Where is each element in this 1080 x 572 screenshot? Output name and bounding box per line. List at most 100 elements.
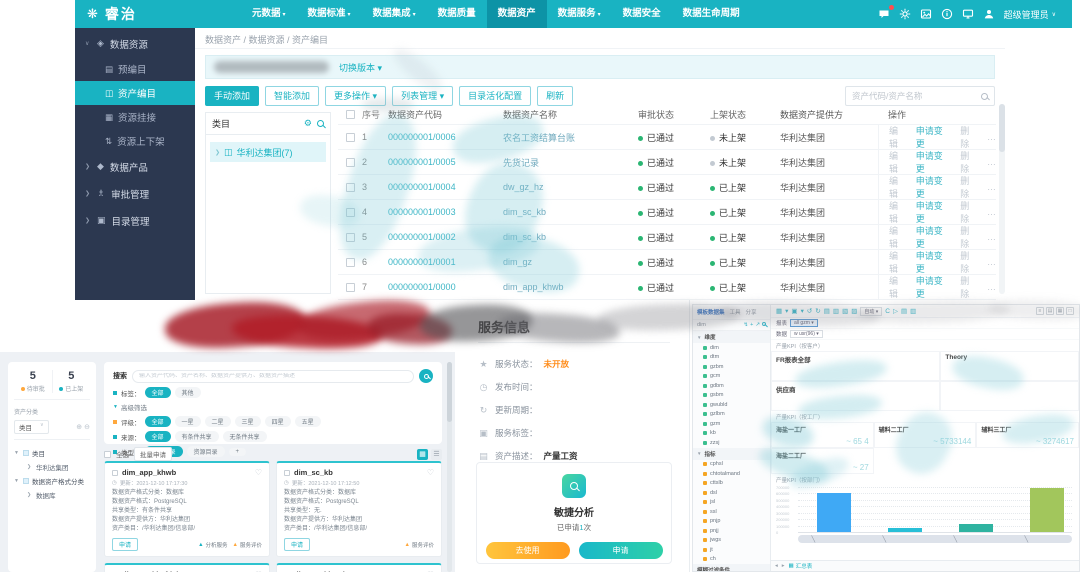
advanced-filter-toggle[interactable]: ▼ 高级筛选 (113, 402, 433, 412)
op-action[interactable]: 编辑 (889, 199, 907, 225)
measure-field[interactable]: ssl (693, 507, 770, 517)
nav-item-3[interactable]: 数据集成▾ (362, 0, 427, 28)
nav-item-8[interactable]: 数据生命周期 (672, 0, 751, 28)
op-apply-change[interactable]: 申请变更 (916, 274, 952, 300)
asset-code-link[interactable]: 000000001/0000 (388, 282, 456, 292)
measure-field[interactable]: pnjp (693, 517, 770, 527)
dimension-group[interactable]: ▼ 维度 (693, 331, 770, 343)
switch-version-link[interactable]: 切换版本 ▾ (339, 61, 382, 74)
filter-chip[interactable]: 五星 (295, 416, 321, 427)
asset-code-link[interactable]: 000000001/0003 (388, 207, 456, 217)
measure-field[interactable]: dsl (693, 488, 770, 498)
toolbar-icon-b2[interactable]: ▷ (893, 307, 898, 315)
layout-icon[interactable]: ▤ (1046, 307, 1054, 315)
service-tag[interactable]: ▲分析服务 (198, 541, 227, 549)
nav-item-2[interactable]: 数据标准▾ (297, 0, 362, 28)
search-icon[interactable] (981, 93, 988, 100)
bi-tree-search-text[interactable]: dim (697, 322, 706, 328)
asset-name-link[interactable]: dim_gz (503, 257, 532, 267)
op-apply-change[interactable]: 申请变更 (916, 174, 952, 200)
asset-card[interactable]: dim_sc_kb_fdcl♡◷更新：2021-12-10 17:12:12数据… (104, 563, 270, 572)
measure-field[interactable]: ch (693, 555, 770, 565)
filter-chip[interactable]: 无条件共享 (223, 431, 267, 442)
card-checkbox[interactable] (112, 470, 118, 476)
measure-field[interactable]: pnjj (693, 526, 770, 536)
toolbar-icon-b1[interactable]: C (885, 308, 890, 315)
asset-card[interactable]: dim_app_khwb♡◷更新：2021-12-10 17:17:30数据资产… (104, 461, 270, 557)
print-icon[interactable]: ▦ (1056, 307, 1064, 315)
dimension-field[interactable]: dim (693, 343, 770, 353)
op-apply-change[interactable]: 申请变更 (916, 249, 952, 275)
measure-group[interactable]: ▼ 指标 (693, 448, 770, 460)
nav-item-1[interactable]: 元数据▾ (241, 0, 297, 28)
tab-category[interactable]: 类目 (212, 117, 230, 130)
op-action[interactable]: … (987, 232, 996, 242)
op-action[interactable]: 编辑 (889, 124, 907, 150)
toolbar-icon-4[interactable]: ▾ (801, 307, 804, 315)
toolbar-icon-b4[interactable]: ▥ (910, 307, 916, 315)
nav-item-5[interactable]: 数据资产 (487, 0, 547, 28)
grid-view-toggle[interactable]: ▦ (417, 449, 428, 460)
op-apply-change[interactable]: 申请变更 (916, 124, 952, 150)
row-checkbox[interactable] (346, 183, 355, 192)
sidebar-item-4[interactable]: ⇅资源上下架 (75, 129, 195, 153)
row-checkbox[interactable] (346, 233, 355, 242)
filter-chip[interactable]: 二星 (205, 416, 231, 427)
asset-code-link[interactable]: 000000001/0001 (388, 257, 456, 267)
nav-item-7[interactable]: 数据安全 (612, 0, 672, 28)
op-action[interactable]: 编辑 (889, 274, 907, 300)
prev-sheet-icon[interactable]: ◂ (775, 563, 778, 569)
collapse-all-icon[interactable]: ⊖ (84, 423, 90, 431)
asset-name-link[interactable]: dim_app_khwb (503, 282, 564, 292)
row-checkbox[interactable] (346, 258, 355, 267)
portal-scrollbar[interactable] (447, 362, 452, 572)
expand-all-icon[interactable]: ⊕ (76, 423, 82, 431)
measure-field[interactable]: jsl (693, 498, 770, 508)
service-tag[interactable]: ▲服务评价 (233, 541, 262, 549)
sidebar-group-2[interactable]: ❯◆数据产品 (75, 153, 195, 180)
bi-tab-2[interactable]: 工具 (730, 308, 741, 316)
favorite-icon[interactable]: ♡ (255, 468, 262, 477)
dimension-field[interactable]: zzsj (693, 438, 770, 448)
dimension-field[interactable]: gzbm (693, 362, 770, 372)
list-view-toggle[interactable]: ☰ (431, 449, 442, 460)
sidebar-group-1[interactable]: ∨◈数据资源 (75, 30, 195, 57)
param-select[interactable]: all gzm ▾ (790, 319, 818, 327)
asset-name-link[interactable]: 农名工资结算台账 (503, 133, 575, 143)
asset-card[interactable]: dim_sc_kb_wip♡◷更新：2021-12-10 17:12:20数据资… (276, 563, 442, 572)
filter-chip[interactable]: 其他 (175, 387, 201, 398)
op-action[interactable]: … (987, 257, 996, 267)
toolbar-icon-6[interactable]: ↻ (815, 307, 820, 315)
link-icon[interactable]: ↗ (755, 322, 760, 328)
asset-code-link[interactable]: 000000001/0002 (388, 232, 456, 242)
dimension-field[interactable]: gzm (693, 419, 770, 429)
search-icon[interactable] (762, 322, 766, 326)
tree-checkbox[interactable] (23, 478, 29, 484)
service-tag[interactable]: ▲服务评价 (405, 541, 434, 549)
op-apply-change[interactable]: 申请变更 (916, 224, 952, 250)
gear-icon[interactable]: ⚙ (304, 118, 312, 129)
dimension-field[interactable]: gcm (693, 372, 770, 382)
filter-chip[interactable]: 全部 (145, 431, 171, 442)
export-icon[interactable]: ≡ (1036, 307, 1044, 315)
sidebar-group-3[interactable]: ❯♗审批管理 (75, 180, 195, 207)
toolbar-button-2[interactable]: 智能添加 (265, 86, 319, 106)
sidebar-item-3[interactable]: ▦资源挂接 (75, 105, 195, 129)
row-checkbox[interactable] (346, 283, 355, 292)
search-icon[interactable] (317, 120, 324, 127)
select-all-checkbox[interactable] (104, 451, 111, 458)
monitor-icon[interactable] (962, 8, 974, 20)
toolbar-button-1[interactable]: 手动添加 (205, 86, 259, 106)
portal-search-input[interactable] (139, 373, 407, 379)
measure-field[interactable]: chtotalmand (693, 469, 770, 479)
filter-chip[interactable]: 四星 (265, 416, 291, 427)
filter-chip[interactable]: 全部 (145, 387, 171, 398)
category-axis-strip[interactable]: ╲╲╲╲ (798, 535, 1072, 543)
sidebar-item-1[interactable]: ▤预编目 (75, 57, 195, 81)
table-scrollbar[interactable] (999, 104, 1005, 294)
asset-name-link[interactable]: dim_sc_kb (503, 207, 546, 217)
tree-node[interactable]: ▼数据资产格式分类 (14, 474, 90, 488)
toolbar-icon-10[interactable]: ▨ (851, 307, 857, 315)
tree-checkbox[interactable] (23, 450, 29, 456)
category-tree-node[interactable]: ❯ ◫ 华利达集团(7) (210, 142, 326, 162)
